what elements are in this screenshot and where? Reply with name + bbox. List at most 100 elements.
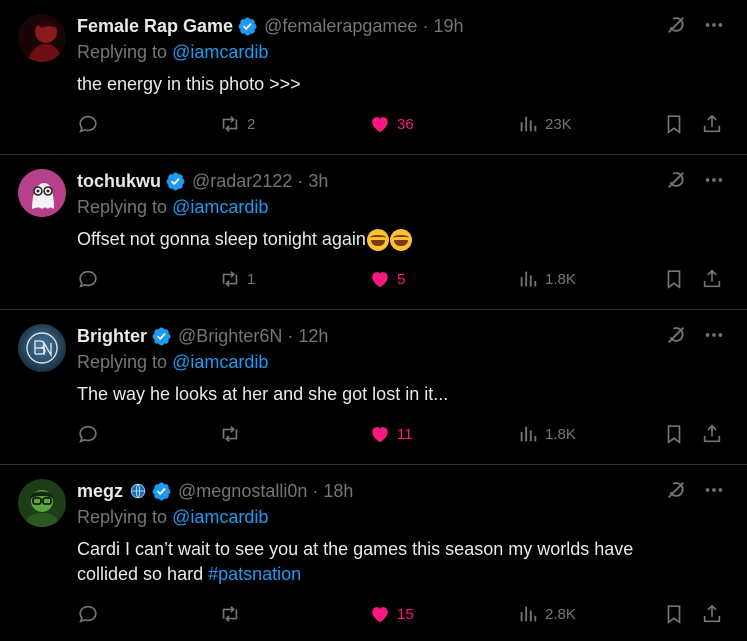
bookmark-icon xyxy=(663,423,685,445)
tweet[interactable]: megz @megnostalli0n · 18h Replying to @i… xyxy=(0,465,747,641)
replying-to: Replying to @iamcardib xyxy=(77,42,268,63)
reply-button[interactable] xyxy=(77,113,99,135)
mention-link[interactable]: @iamcardib xyxy=(172,42,268,62)
bookmark-button[interactable] xyxy=(663,113,685,135)
bookmark-icon xyxy=(663,603,685,625)
retweet-icon xyxy=(219,268,241,290)
tweet-text-content: The way he looks at her and she got lost… xyxy=(77,384,449,404)
retweet-button[interactable] xyxy=(219,603,247,625)
more-options-icon[interactable] xyxy=(703,14,725,41)
timestamp[interactable]: 3h xyxy=(308,171,328,192)
timestamp[interactable]: 18h xyxy=(323,481,353,502)
grok-icon[interactable] xyxy=(665,324,687,351)
views-icon xyxy=(517,113,539,135)
tweet[interactable]: tochukwu @radar2122 · 3h Replying to @ia… xyxy=(0,155,747,310)
reply-icon xyxy=(77,423,99,445)
avatar[interactable] xyxy=(18,14,66,62)
views-button[interactable]: 1.8K xyxy=(517,423,576,445)
handle[interactable]: @radar2122 xyxy=(192,171,292,192)
like-count: 11 xyxy=(397,425,413,443)
tweet-text: Offset not gonna sleep tonight again xyxy=(77,227,697,252)
display-name[interactable]: Female Rap Game xyxy=(77,16,233,37)
action-bar: 1 5 1.8K xyxy=(77,268,727,292)
separator-dot: · xyxy=(297,170,304,191)
reply-button[interactable] xyxy=(77,423,99,445)
separator-dot: · xyxy=(422,15,429,36)
share-icon xyxy=(701,268,723,290)
laughing-emoji-icon xyxy=(366,229,389,252)
share-icon xyxy=(701,423,723,445)
bookmark-button[interactable] xyxy=(663,423,685,445)
reply-icon xyxy=(77,113,99,135)
display-name[interactable]: megz xyxy=(77,481,123,502)
more-options-icon[interactable] xyxy=(703,169,725,196)
retweet-icon xyxy=(219,603,241,625)
display-name[interactable]: Brighter xyxy=(77,326,147,347)
hashtag-link[interactable]: #patsnation xyxy=(208,564,301,584)
view-count: 2.8K xyxy=(545,605,576,623)
views-icon xyxy=(517,268,539,290)
tweet-text-content: Cardi I can’t wait to see you at the gam… xyxy=(77,539,634,584)
handle[interactable]: @femalerapgamee xyxy=(264,16,417,37)
replying-to: Replying to @iamcardib xyxy=(77,197,268,218)
grok-icon[interactable] xyxy=(665,169,687,196)
share-button[interactable] xyxy=(701,603,723,625)
bookmark-icon xyxy=(663,113,685,135)
laughing-emoji-icon xyxy=(389,229,412,252)
tweet[interactable]: Brighter @Brighter6N · 12h Replying to @… xyxy=(0,310,747,465)
like-button[interactable]: 11 xyxy=(369,423,413,445)
retweet-icon xyxy=(219,423,241,445)
timestamp[interactable]: 19h xyxy=(433,16,463,37)
display-name[interactable]: tochukwu xyxy=(77,171,161,192)
like-count: 36 xyxy=(397,115,414,133)
handle[interactable]: @Brighter6N xyxy=(178,326,282,347)
share-button[interactable] xyxy=(701,268,723,290)
avatar[interactable] xyxy=(18,324,66,372)
share-button[interactable] xyxy=(701,423,723,445)
avatar[interactable] xyxy=(18,479,66,527)
share-icon xyxy=(701,113,723,135)
heart-icon xyxy=(369,423,391,445)
more-options-icon[interactable] xyxy=(703,479,725,506)
retweet-button[interactable] xyxy=(219,423,247,445)
like-button[interactable]: 5 xyxy=(369,268,405,290)
grok-icon[interactable] xyxy=(665,479,687,506)
like-count: 5 xyxy=(397,270,406,288)
heart-icon xyxy=(369,603,391,625)
heart-icon xyxy=(369,113,391,135)
tweet-text: the energy in this photo >>> xyxy=(77,72,697,97)
replying-to: Replying to @iamcardib xyxy=(77,507,268,528)
retweet-button[interactable]: 2 xyxy=(219,113,255,135)
avatar[interactable] xyxy=(18,169,66,217)
like-button[interactable]: 36 xyxy=(369,113,414,135)
view-count: 23K xyxy=(545,115,572,133)
views-icon xyxy=(517,423,539,445)
timestamp[interactable]: 12h xyxy=(298,326,328,347)
retweet-button[interactable]: 1 xyxy=(219,268,255,290)
tweet[interactable]: Female Rap Game @femalerapgamee · 19h Re… xyxy=(0,0,747,155)
view-count: 1.8K xyxy=(545,270,576,288)
mention-link[interactable]: @iamcardib xyxy=(172,507,268,527)
replying-to-label: Replying to xyxy=(77,507,173,527)
bookmark-button[interactable] xyxy=(663,603,685,625)
reply-button[interactable] xyxy=(77,603,99,625)
views-button[interactable]: 2.8K xyxy=(517,603,576,625)
mention-link[interactable]: @iamcardib xyxy=(172,197,268,217)
replying-to-label: Replying to xyxy=(77,197,173,217)
views-button[interactable]: 1.8K xyxy=(517,268,576,290)
action-bar: 15 2.8K xyxy=(77,603,727,627)
more-options-icon[interactable] xyxy=(703,324,725,351)
replying-to-label: Replying to xyxy=(77,352,173,372)
bookmark-button[interactable] xyxy=(663,268,685,290)
views-button[interactable]: 23K xyxy=(517,113,572,135)
verified-badge-icon xyxy=(165,171,186,192)
reply-button[interactable] xyxy=(77,268,99,290)
mention-link[interactable]: @iamcardib xyxy=(172,352,268,372)
separator-dot: · xyxy=(287,325,294,346)
replying-to: Replying to @iamcardib xyxy=(77,352,268,373)
views-icon xyxy=(517,603,539,625)
share-button[interactable] xyxy=(701,113,723,135)
handle[interactable]: @megnostalli0n xyxy=(178,481,307,502)
like-button[interactable]: 15 xyxy=(369,603,414,625)
grok-icon[interactable] xyxy=(665,14,687,41)
